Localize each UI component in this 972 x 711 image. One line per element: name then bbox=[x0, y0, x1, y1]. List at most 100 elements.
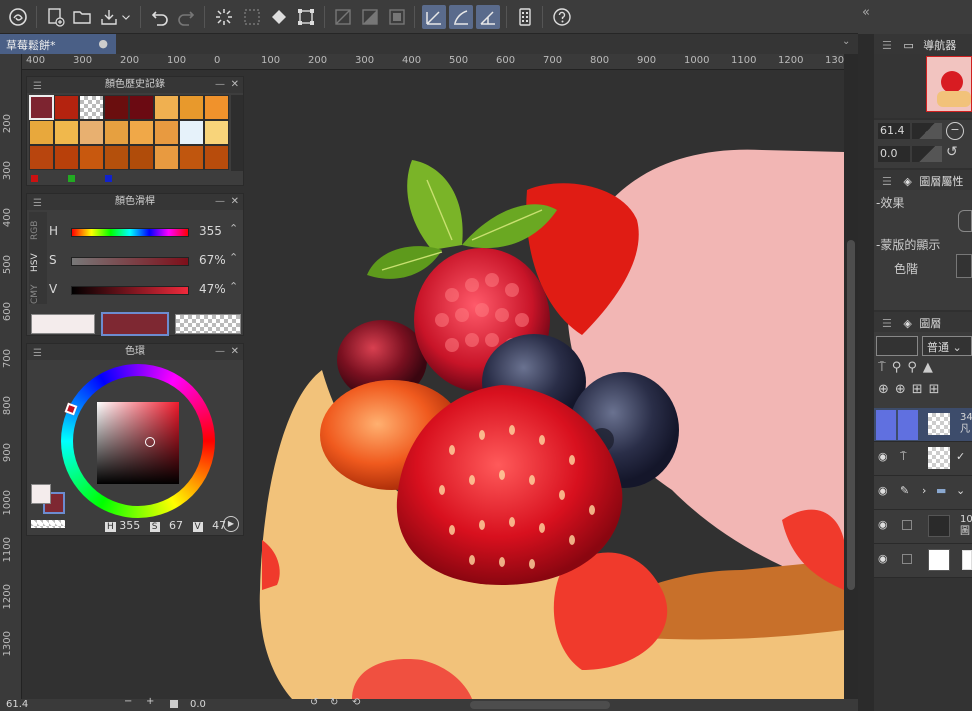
collapse-panel-icon[interactable]: « bbox=[862, 5, 870, 20]
color-swatch[interactable] bbox=[104, 95, 129, 120]
ruler-a-icon[interactable] bbox=[422, 5, 446, 29]
close-icon[interactable]: ✕ bbox=[231, 344, 239, 360]
ruler-c-icon[interactable] bbox=[476, 5, 500, 29]
layer-row[interactable]: 34 凡 bbox=[874, 408, 972, 442]
ruler-b-icon[interactable] bbox=[449, 5, 473, 29]
rotate-right-icon[interactable]: ↻ bbox=[330, 697, 338, 708]
undo-icon[interactable] bbox=[148, 5, 172, 29]
deselect-icon[interactable] bbox=[240, 5, 264, 29]
grip-icon[interactable]: ☰ bbox=[882, 175, 892, 188]
export-icon[interactable] bbox=[97, 5, 121, 29]
close-tab-icon[interactable]: ● bbox=[98, 37, 108, 50]
layer-row[interactable]: ◉ ✎ › ▬ ⌄ bbox=[874, 476, 972, 510]
color-swatch[interactable] bbox=[79, 145, 104, 170]
value-slider[interactable] bbox=[71, 286, 189, 295]
eye-icon[interactable]: ◉ bbox=[878, 518, 888, 531]
app-logo-icon[interactable] bbox=[6, 5, 30, 29]
effect-toggle[interactable] bbox=[958, 210, 972, 232]
color-swatch[interactable] bbox=[179, 120, 204, 145]
hue-value[interactable]: 355 bbox=[199, 224, 222, 238]
navigator-zoom-field[interactable]: 61.4 bbox=[878, 123, 910, 139]
color-swatch[interactable] bbox=[204, 145, 229, 170]
layer-lock-toggle[interactable] bbox=[898, 410, 918, 440]
close-icon[interactable]: ✕ bbox=[231, 77, 239, 93]
navigator-rotate-slider[interactable] bbox=[912, 146, 942, 162]
tone-field[interactable] bbox=[956, 254, 972, 278]
saturation-stepper-icon[interactable]: ⌃ bbox=[229, 251, 238, 264]
play-icon[interactable]: ▶ bbox=[223, 516, 239, 532]
transparent-color-chip[interactable] bbox=[175, 314, 241, 334]
color-swatch[interactable] bbox=[129, 95, 154, 120]
navigator-rotate-icon[interactable]: ↺ bbox=[946, 144, 958, 160]
eye-icon[interactable]: ◉ bbox=[878, 484, 888, 497]
value-value[interactable]: 47% bbox=[199, 282, 226, 296]
navigator-preview[interactable] bbox=[874, 54, 972, 118]
eye-icon[interactable]: ◉ bbox=[878, 552, 888, 565]
color-wheel-header[interactable]: ☰ 色環 — ✕ bbox=[27, 344, 243, 360]
fill-layer-icon[interactable] bbox=[358, 5, 382, 29]
zoom-out-icon[interactable]: − bbox=[124, 696, 132, 707]
dropdown-chevron-icon[interactable] bbox=[119, 5, 133, 29]
minimize-icon[interactable]: — bbox=[215, 344, 225, 360]
color-swatch[interactable] bbox=[79, 120, 104, 145]
layer-select-box[interactable] bbox=[902, 520, 912, 530]
grip-icon[interactable]: ☰ bbox=[882, 39, 892, 52]
color-swatch[interactable] bbox=[29, 120, 54, 145]
tab-hsv[interactable]: HSV bbox=[30, 253, 40, 272]
wheel-sub-chip[interactable] bbox=[31, 484, 51, 504]
redo-icon[interactable] bbox=[174, 5, 198, 29]
background-color-chip[interactable] bbox=[31, 314, 95, 334]
hue-slider[interactable] bbox=[71, 228, 189, 237]
color-swatch[interactable] bbox=[154, 95, 179, 120]
color-swatch[interactable] bbox=[204, 95, 229, 120]
color-swatch[interactable] bbox=[79, 95, 104, 120]
color-swatch[interactable] bbox=[154, 145, 179, 170]
color-swatch[interactable] bbox=[54, 145, 79, 170]
tab-rgb[interactable]: RGB bbox=[30, 221, 40, 240]
layer-type-icon[interactable]: ⍑ bbox=[900, 450, 907, 464]
color-swatch[interactable] bbox=[104, 120, 129, 145]
new-file-icon[interactable] bbox=[44, 5, 68, 29]
eye-icon[interactable]: ◉ bbox=[878, 450, 888, 463]
sv-cursor[interactable] bbox=[145, 437, 155, 447]
grid-off-icon[interactable] bbox=[331, 5, 355, 29]
color-swatch[interactable] bbox=[204, 120, 229, 145]
navigator-thumbnail[interactable] bbox=[926, 56, 972, 112]
tab-chevron-icon[interactable]: ⌄ bbox=[842, 36, 850, 47]
fit-icon[interactable] bbox=[170, 700, 178, 708]
layer-row[interactable]: ◉ ⍑ ✓ bbox=[874, 442, 972, 476]
layers-header[interactable]: ☰ ◈ 圖層 bbox=[874, 312, 972, 332]
color-swatch[interactable] bbox=[54, 95, 79, 120]
grip-icon[interactable]: ☰ bbox=[33, 79, 42, 95]
grip-icon[interactable]: ☰ bbox=[33, 196, 42, 212]
sparkle-icon[interactable] bbox=[212, 5, 236, 29]
grip-icon[interactable]: ☰ bbox=[33, 346, 42, 362]
minimize-icon[interactable]: — bbox=[215, 77, 225, 93]
color-swatch[interactable] bbox=[54, 120, 79, 145]
tab-cmy[interactable]: CMY bbox=[30, 284, 40, 304]
horizontal-scroll-thumb[interactable] bbox=[470, 701, 610, 709]
transform-icon[interactable] bbox=[294, 5, 318, 29]
color-swatch[interactable] bbox=[154, 120, 179, 145]
color-swatch[interactable] bbox=[179, 95, 204, 120]
layer-tool-row-1[interactable]: ⍑⚲⚲▲ bbox=[878, 360, 939, 375]
reset-rotation-icon[interactable]: ⟲ bbox=[352, 697, 360, 708]
navigator-header[interactable]: ☰ ▭ 導航器 bbox=[874, 34, 972, 54]
color-swatch[interactable] bbox=[129, 120, 154, 145]
tablet-icon[interactable] bbox=[513, 5, 537, 29]
close-icon[interactable]: ✕ bbox=[231, 194, 239, 210]
color-swatch[interactable] bbox=[104, 145, 129, 170]
zoom-readout[interactable]: 61.4 bbox=[6, 699, 28, 710]
layer-select-box[interactable] bbox=[902, 554, 912, 564]
rotate-left-icon[interactable]: ↺ bbox=[310, 697, 318, 708]
document-tab[interactable]: 草莓鬆餅* ● bbox=[0, 34, 116, 54]
layer-row[interactable]: ◉ bbox=[874, 544, 972, 578]
zoom-in-icon[interactable]: + bbox=[146, 696, 154, 707]
color-swatch[interactable] bbox=[129, 145, 154, 170]
help-icon[interactable] bbox=[550, 5, 574, 29]
layer-row[interactable]: ◉ 10 圖 bbox=[874, 510, 972, 544]
minimize-icon[interactable]: — bbox=[215, 194, 225, 210]
navigator-rotate-field[interactable]: 0.0 bbox=[878, 146, 910, 162]
open-folder-icon[interactable] bbox=[70, 5, 94, 29]
main-color-chip[interactable] bbox=[101, 312, 169, 336]
